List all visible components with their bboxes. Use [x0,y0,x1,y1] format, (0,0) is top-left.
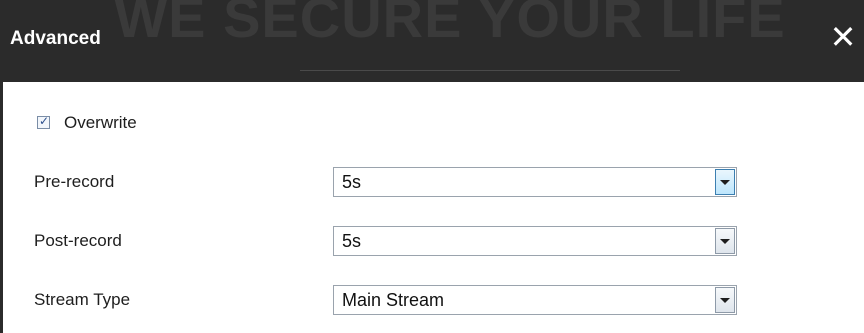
advanced-dialog: WE SECURE YOUR LIFE Advanced ✕ ✓ Overwri… [0,0,864,333]
dialog-title: Advanced [10,28,101,49]
chevron-down-icon[interactable] [715,287,735,313]
post-record-select[interactable]: 5s [333,226,737,256]
stream-type-label: Stream Type [34,290,131,309]
stream-type-value: Main Stream [342,290,445,310]
chevron-down-icon[interactable] [715,169,735,195]
pre-record-label: Pre-record [34,172,115,191]
post-record-label: Post-record [34,231,122,250]
watermark: WE SECURE YOUR LIFE [114,0,786,49]
overwrite-checkbox[interactable]: ✓ [37,114,50,129]
dialog-titlebar: WE SECURE YOUR LIFE Advanced ✕ [0,0,864,82]
pre-record-select[interactable]: 5s [333,167,737,197]
pre-record-value: 5s [342,172,362,192]
checkmark-icon: ✓ [39,114,50,128]
chevron-down-icon[interactable] [715,228,735,254]
close-icon[interactable]: ✕ [828,21,858,54]
stream-type-select[interactable]: Main Stream [333,285,737,315]
overwrite-label: Overwrite [64,113,137,132]
post-record-value: 5s [342,231,362,251]
watermark-rule [300,70,680,71]
dialog-border [0,82,3,333]
